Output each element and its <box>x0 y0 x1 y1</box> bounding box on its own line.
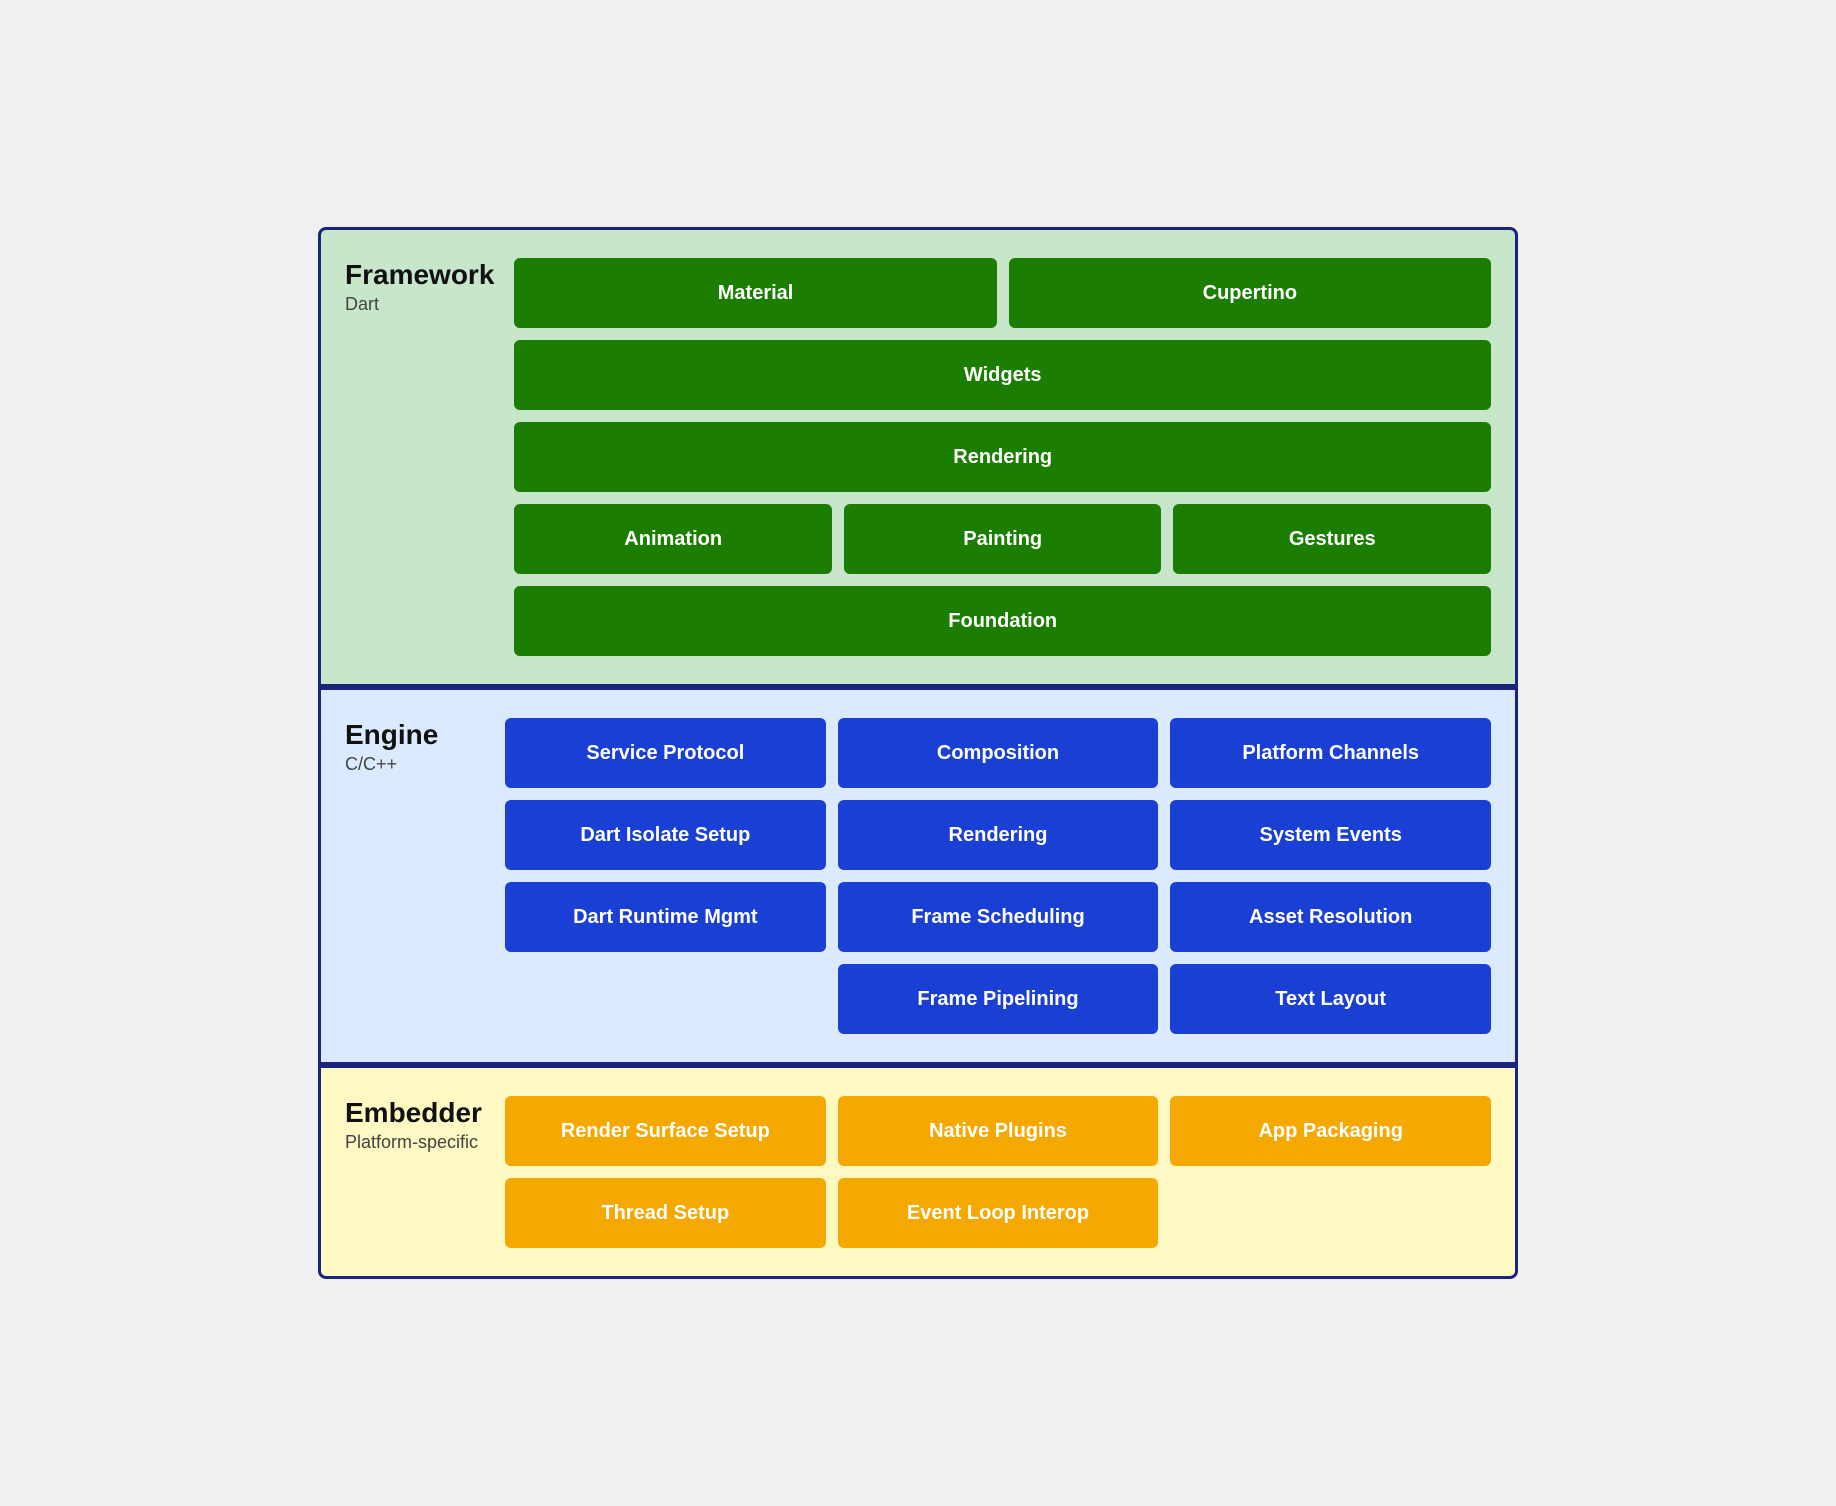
embedder-content: Render Surface Setup Native Plugins App … <box>505 1096 1491 1248</box>
framework-label: Framework Dart <box>345 258 494 315</box>
engine-dart-runtime-mgmt: Dart Runtime Mgmt <box>505 882 826 952</box>
framework-title: Framework <box>345 258 494 292</box>
embedder-event-loop-interop: Event Loop Interop <box>838 1178 1159 1248</box>
engine-row-2: Dart Isolate Setup Rendering System Even… <box>505 800 1491 870</box>
engine-dart-isolate-setup: Dart Isolate Setup <box>505 800 826 870</box>
framework-layer: Framework Dart Material Cupertino Widget… <box>318 227 1518 687</box>
engine-text-layout: Text Layout <box>1170 964 1491 1034</box>
embedder-subtitle: Platform-specific <box>345 1132 485 1153</box>
framework-subtitle: Dart <box>345 294 494 315</box>
embedder-row-1: Render Surface Setup Native Plugins App … <box>505 1096 1491 1166</box>
framework-row-4: Animation Painting Gestures <box>514 504 1491 574</box>
framework-rendering: Rendering <box>514 422 1491 492</box>
flutter-architecture-diagram: Framework Dart Material Cupertino Widget… <box>318 227 1518 1279</box>
engine-subtitle: C/C++ <box>345 754 485 775</box>
engine-content: Service Protocol Composition Platform Ch… <box>505 718 1491 1034</box>
framework-animation: Animation <box>514 504 832 574</box>
engine-frame-pipelining: Frame Pipelining <box>838 964 1159 1034</box>
framework-foundation: Foundation <box>514 586 1491 656</box>
embedder-native-plugins: Native Plugins <box>838 1096 1159 1166</box>
embedder-layer: Embedder Platform-specific Render Surfac… <box>318 1065 1518 1279</box>
embedder-render-surface-setup: Render Surface Setup <box>505 1096 826 1166</box>
engine-frame-scheduling: Frame Scheduling <box>838 882 1159 952</box>
framework-row-1: Material Cupertino <box>514 258 1491 328</box>
engine-platform-channels: Platform Channels <box>1170 718 1491 788</box>
framework-row-5: Foundation <box>514 586 1491 656</box>
engine-label: Engine C/C++ <box>345 718 485 775</box>
engine-asset-resolution: Asset Resolution <box>1170 882 1491 952</box>
framework-row-3: Rendering <box>514 422 1491 492</box>
engine-rendering: Rendering <box>838 800 1159 870</box>
embedder-label: Embedder Platform-specific <box>345 1096 485 1153</box>
engine-row-4: Frame Pipelining Text Layout <box>505 964 1491 1034</box>
embedder-row-2: Thread Setup Event Loop Interop <box>505 1178 1491 1248</box>
engine-layer: Engine C/C++ Service Protocol Compositio… <box>318 687 1518 1065</box>
framework-material: Material <box>514 258 996 328</box>
framework-painting: Painting <box>844 504 1162 574</box>
framework-gestures: Gestures <box>1173 504 1491 574</box>
engine-system-events: System Events <box>1170 800 1491 870</box>
framework-content: Material Cupertino Widgets Rendering Ani… <box>514 258 1491 656</box>
engine-title: Engine <box>345 718 485 752</box>
engine-row-3: Dart Runtime Mgmt Frame Scheduling Asset… <box>505 882 1491 952</box>
engine-row-1: Service Protocol Composition Platform Ch… <box>505 718 1491 788</box>
framework-widgets: Widgets <box>514 340 1491 410</box>
embedder-app-packaging: App Packaging <box>1170 1096 1491 1166</box>
framework-row-2: Widgets <box>514 340 1491 410</box>
framework-cupertino: Cupertino <box>1009 258 1491 328</box>
embedder-title: Embedder <box>345 1096 485 1130</box>
engine-composition: Composition <box>838 718 1159 788</box>
embedder-thread-setup: Thread Setup <box>505 1178 826 1248</box>
engine-service-protocol: Service Protocol <box>505 718 826 788</box>
